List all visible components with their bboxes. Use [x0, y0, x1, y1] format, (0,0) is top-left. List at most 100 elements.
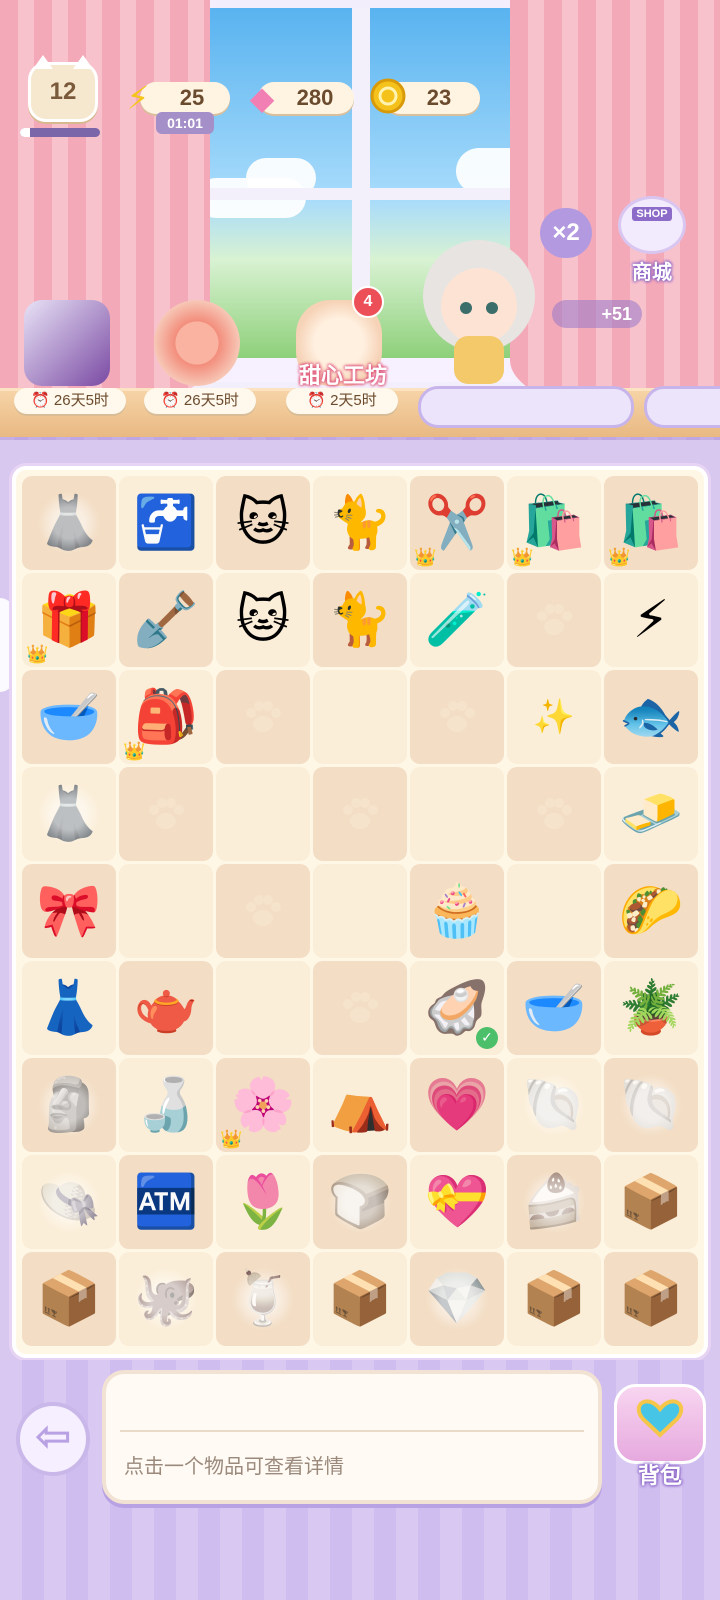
cobweb-overlay [226, 1262, 300, 1336]
backpack-button[interactable]: 背包 [608, 1384, 712, 1488]
board-cell-empty[interactable] [313, 864, 407, 958]
watering-can-icon: 🪴 [618, 978, 684, 1038]
board-cell-flower-box[interactable]: 🌸 👑 [216, 1058, 310, 1152]
brown-cat-icon: 🐱 [235, 590, 291, 650]
board-cell-empty-paw[interactable] [119, 767, 213, 861]
board-cell-calico-lucky-cat[interactable]: 🐈 [313, 476, 407, 570]
board-cell-empty[interactable] [119, 864, 213, 958]
board-cell-octopus-locked[interactable]: 🐙 [119, 1252, 213, 1346]
board-cell-seashell-locked[interactable]: 🐚 [604, 1058, 698, 1152]
cobweb-overlay [517, 1165, 591, 1239]
board-cell-glass-pitcher[interactable]: 🫖 [119, 961, 213, 1055]
pearl-shell-icon: 🦪 [424, 978, 490, 1038]
crown-icon: 👑 [511, 547, 534, 568]
board-cell-empty-paw[interactable] [313, 961, 407, 1055]
blue-cat-backpack-icon: 🎒 [133, 687, 199, 747]
board-cell-dress-locked[interactable]: 👗 [22, 767, 116, 861]
board-cell-calico-cat[interactable]: 🐈 [313, 573, 407, 667]
board-cell-golden-mystery-box[interactable]: 🎁 👑 [22, 573, 116, 667]
board-cell-empty-paw[interactable] [216, 864, 310, 958]
flower-swing-icon: 🌷 [230, 1172, 296, 1232]
offer-card-pack[interactable]: ⏰ 26天5时 [8, 300, 126, 414]
board-cell-fish-plate[interactable]: 🐟 [604, 670, 698, 764]
calico-lucky-cat-icon: 🐈 [327, 493, 393, 553]
board-cell-pink-gift-box[interactable]: 🎀 [22, 864, 116, 958]
customer-character[interactable] [414, 236, 544, 386]
board-cell-clothes-rack[interactable]: 👗 [22, 961, 116, 1055]
board-cell-statue-locked[interactable]: 🗿 [22, 1058, 116, 1152]
cat-ear-icon [33, 55, 53, 69]
back-button[interactable]: ⇦ [16, 1402, 90, 1476]
board-cell-empty-paw[interactable] [507, 767, 601, 861]
order-panel[interactable] [418, 386, 634, 428]
board-cell-brown-cat[interactable]: 🐱 [216, 573, 310, 667]
board-cell-gift-bag-pink[interactable]: 🛍️ 👑 [604, 476, 698, 570]
gift-bag-pink-icon: 🛍️ [618, 493, 684, 553]
board-cell-cardboard-box[interactable]: 📦 [604, 1252, 698, 1346]
level-badge[interactable]: 12 [28, 55, 98, 122]
butter-icon: 🧈 [618, 784, 684, 844]
board-cell-water-dispenser[interactable]: 🚰 [119, 476, 213, 570]
scissors-icon: ✂️ [424, 493, 490, 553]
paw-print-icon [437, 700, 477, 734]
board-cell-shell-locked[interactable]: 🐚 [507, 1058, 601, 1152]
board-cell-cream-puff[interactable]: 🧁 [410, 864, 504, 958]
board-cell-cat-taco[interactable]: 🌮 [604, 864, 698, 958]
board-cell-dress-locked[interactable]: 👗 [22, 476, 116, 570]
order-panel[interactable] [644, 386, 720, 428]
board-cell-pink-bowl[interactable]: 🥣 [507, 961, 601, 1055]
offer-roll-cake[interactable]: ⏰ 26天5时 [138, 300, 256, 414]
board-cell-empty[interactable] [410, 767, 504, 861]
board-cell-watering-can[interactable]: 🪴 [604, 961, 698, 1055]
board-cell-bread-locked[interactable]: 🍞 [313, 1155, 407, 1249]
board-cell-empty[interactable] [313, 670, 407, 764]
workshop-title: 甜心工坊 [298, 363, 387, 388]
board-cell-empty-paw[interactable] [216, 670, 310, 764]
board-cell-vending-machine[interactable]: 🏧 [119, 1155, 213, 1249]
offer-timer-text: 26天5时 [183, 392, 239, 409]
board-cell-flower-swing[interactable]: 🌷 [216, 1155, 310, 1249]
xp-progress-bar [20, 128, 100, 137]
board-cell-wooden-bowl[interactable]: 🥣 [22, 670, 116, 764]
board-cell-empty[interactable] [216, 961, 310, 1055]
gem-icon: ◆ [249, 79, 275, 117]
board-cell-drink-locked[interactable]: 🍹 [216, 1252, 310, 1346]
cat-taco-icon: 🌮 [618, 881, 684, 941]
fish-plate-icon: 🐟 [618, 687, 684, 747]
board-cell-hat-locked[interactable]: 👒 [22, 1155, 116, 1249]
cardboard-box-icon: 📦 [327, 1269, 393, 1329]
golden-mystery-box-icon: 🎁 [36, 590, 102, 650]
shop-button[interactable]: SHOP 商城 [610, 196, 694, 284]
board-cell-pink-jewel-chest[interactable]: 💝 [410, 1155, 504, 1249]
board-cell-sparkle-empty[interactable]: ✨ [507, 670, 601, 764]
board-cell-empty[interactable] [216, 767, 310, 861]
board-cell-cardboard-box[interactable]: 📦 [22, 1252, 116, 1346]
board-cell-empty-paw[interactable] [410, 670, 504, 764]
board-cell-pink-jewel-box[interactable]: 💗 [410, 1058, 504, 1152]
board-cell-teepee-tent[interactable]: ⛺ [313, 1058, 407, 1152]
board-cell-blue-cat-backpack[interactable]: 🎒 👑 [119, 670, 213, 764]
board-cell-empty-paw[interactable] [507, 573, 601, 667]
board-cell-lightning-bundle[interactable]: ⚡ [604, 573, 698, 667]
board-cell-cardboard-box[interactable]: 📦 [604, 1155, 698, 1249]
lightning-bundle-icon: ⚡ [632, 590, 670, 650]
board-cell-butter[interactable]: 🧈 [604, 767, 698, 861]
board-cell-cardboard-box[interactable]: 📦 [507, 1252, 601, 1346]
offer-timer-text: 26天5时 [53, 392, 109, 409]
crown-icon: 👑 [123, 741, 146, 762]
board-cell-pearl-shell[interactable]: 🦪 ✓ [410, 961, 504, 1055]
board-cell-siamese-cat[interactable]: 🐱 [216, 476, 310, 570]
cobweb-overlay [32, 1068, 106, 1142]
board-cell-potion-flask[interactable]: 🧪 [410, 573, 504, 667]
board-cell-earrings-locked[interactable]: 💎 [410, 1252, 504, 1346]
board-cell-cake-locked[interactable]: 🍰 [507, 1155, 601, 1249]
board-cell-empty-paw[interactable] [313, 767, 407, 861]
board-cell-empty[interactable] [507, 864, 601, 958]
board-cell-cardboard-box[interactable]: 📦 [313, 1252, 407, 1346]
board-cell-gift-bag-pink[interactable]: 🛍️ 👑 [507, 476, 601, 570]
coin-value: 23 [426, 85, 452, 110]
board-cell-shovel[interactable]: 🪏 [119, 573, 213, 667]
board-cell-cream-pitcher[interactable]: 🍶 [119, 1058, 213, 1152]
board-cell-scissors[interactable]: ✂️ 👑 [410, 476, 504, 570]
xp-progress-fill [20, 128, 30, 137]
